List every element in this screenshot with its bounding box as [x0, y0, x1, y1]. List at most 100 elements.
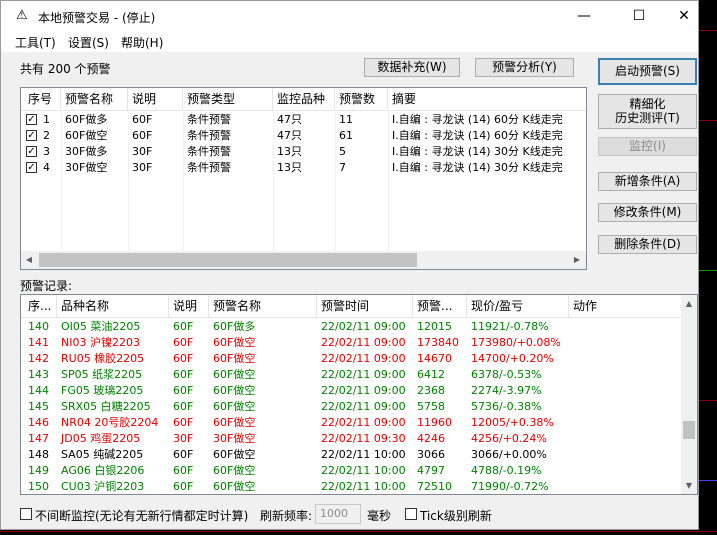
- record-name: 60F做空: [213, 464, 256, 477]
- condition-row[interactable]: ✓ 4 30F做空 30F 条件预警 13只 7 I.自编 : 寻龙诀 (14)…: [21, 160, 586, 176]
- cond-type: 条件预警: [187, 113, 231, 126]
- record-time: 22/02/11 09:30: [321, 432, 406, 445]
- warning-triangle-icon: ⚠: [16, 8, 28, 23]
- record-desc: 60F: [173, 336, 194, 349]
- start-alert-button[interactable]: 启动预警(S): [598, 58, 697, 85]
- col-summary[interactable]: 摘要: [388, 88, 586, 110]
- continuous-monitor-checkbox[interactable]: [20, 508, 32, 520]
- record-name: 60F做空: [213, 368, 256, 381]
- record-row[interactable]: 142 RU05 橡胶2205 60F 60F做空 22/02/11 09:00 1467…: [21, 351, 681, 367]
- data-fill-button[interactable]: 数据补充(W): [364, 58, 460, 77]
- cond-name: 60F做空: [65, 129, 108, 142]
- rec-col-name[interactable]: 预警名称: [209, 295, 317, 317]
- col-desc[interactable]: 说明: [128, 88, 183, 110]
- condition-row[interactable]: ✓ 1 60F做多 60F 条件预警 47只 11 I.自编 : 寻龙诀 (14…: [21, 112, 586, 128]
- record-no: 149: [28, 464, 49, 477]
- record-desc: 60F: [173, 368, 194, 381]
- monitor-button[interactable]: 监控(I): [598, 137, 697, 156]
- delete-condition-button[interactable]: 删除条件(D): [598, 235, 697, 254]
- cond-type: 条件预警: [187, 129, 231, 142]
- close-button[interactable]: ✕: [661, 1, 707, 32]
- menu-help[interactable]: 帮助(H): [121, 34, 163, 51]
- title-bar: ⚠ 本地预警交易 - (停止) — ☐ ✕: [1, 1, 698, 32]
- rec-col-time[interactable]: 预警时间: [317, 295, 413, 317]
- record-row[interactable]: 146 NR04 20号胶2204 60F 60F做空 22/02/11 09:00 11…: [21, 415, 681, 431]
- scroll-up-icon[interactable]: ▲: [683, 299, 695, 308]
- record-row[interactable]: 143 SP05 纸浆2205 60F 60F做空 22/02/11 09:00 6412…: [21, 367, 681, 383]
- add-condition-button[interactable]: 新增条件(A): [598, 172, 697, 191]
- record-no: 144: [28, 384, 49, 397]
- refresh-label: 刷新频率:: [260, 509, 313, 523]
- cond-summary: I.自编 : 寻龙诀 (14) 30分 K线走完: [392, 145, 563, 158]
- col-no[interactable]: 序号: [24, 88, 61, 110]
- scroll-left-icon[interactable]: ◀: [23, 255, 35, 264]
- menu-tools[interactable]: 工具(T): [15, 34, 56, 51]
- tick-refresh-checkbox[interactable]: [405, 508, 417, 520]
- scroll-thumb[interactable]: [39, 253, 417, 267]
- record-pnl: 3066/+0.00%: [471, 448, 547, 461]
- record-row[interactable]: 148 SA05 纯碱2205 60F 60F做空 22/02/11 10:00 3066…: [21, 447, 681, 463]
- rec-col-price[interactable]: 预警...: [413, 295, 467, 317]
- cond-no: 2: [43, 129, 50, 142]
- record-row[interactable]: 150 CU03 沪铜2203 60F 60F做空 22/02/11 10:00 7251…: [21, 479, 681, 494]
- alert-analysis-button[interactable]: 预警分析(Y): [475, 58, 574, 77]
- scroll-thumb[interactable]: [683, 421, 695, 439]
- record-no: 143: [28, 368, 49, 381]
- condition-checkbox[interactable]: ✓: [26, 162, 37, 173]
- tick-refresh-label: Tick级别刷新: [420, 509, 492, 523]
- scroll-down-icon[interactable]: ▼: [683, 481, 695, 490]
- rec-col-action[interactable]: 动作: [569, 295, 681, 317]
- record-pnl: 4788/-0.19%: [471, 464, 542, 477]
- record-item: RU05 橡胶2205: [61, 352, 145, 365]
- record-pnl: 2274/-3.97%: [471, 384, 542, 397]
- record-price: 4246: [417, 432, 445, 445]
- maximize-button[interactable]: ☐: [616, 1, 662, 32]
- record-name: 60F做空: [213, 416, 256, 429]
- record-row[interactable]: 147 JD05 鸡蛋2205 30F 30F做空 22/02/11 09:30 4246…: [21, 431, 681, 447]
- record-name: 60F做空: [213, 448, 256, 461]
- record-pnl: 71990/-0.72%: [471, 480, 549, 493]
- condition-checkbox[interactable]: ✓: [26, 114, 37, 125]
- minimize-button[interactable]: —: [561, 1, 607, 32]
- record-item: JD05 鸡蛋2205: [61, 432, 141, 445]
- refine-line1: 精细化: [629, 96, 666, 111]
- refresh-interval-input[interactable]: 1000: [315, 504, 361, 524]
- menu-settings[interactable]: 设置(S): [68, 34, 109, 51]
- col-alerts[interactable]: 预警数: [335, 88, 388, 110]
- record-row[interactable]: 145 SRX05 白糖2205 60F 60F做空 22/02/11 09:00 575…: [21, 399, 681, 415]
- condition-checkbox[interactable]: ✓: [26, 130, 37, 141]
- rec-col-no[interactable]: 序...: [24, 295, 57, 317]
- rec-col-desc[interactable]: 说明: [169, 295, 209, 317]
- rec-col-pnl[interactable]: 现价/盈亏: [467, 295, 569, 317]
- cond-summary: I.自编 : 寻龙诀 (14) 30分 K线走完: [392, 161, 563, 174]
- rec-col-item[interactable]: 品种名称: [57, 295, 169, 317]
- col-variety[interactable]: 监控品种: [273, 88, 335, 110]
- condition-checkbox[interactable]: ✓: [26, 146, 37, 157]
- cond-desc: 30F: [132, 161, 153, 174]
- records-vscroll[interactable]: ▲ ▼: [681, 295, 697, 494]
- record-time: 22/02/11 09:00: [321, 320, 406, 333]
- record-row[interactable]: 141 NI03 沪镍2203 60F 60F做空 22/02/11 09:00 1738…: [21, 335, 681, 351]
- refine-evaluation-button[interactable]: 精细化 历史测评(T): [598, 94, 697, 129]
- record-desc: 60F: [173, 352, 194, 365]
- col-type[interactable]: 预警类型: [183, 88, 273, 110]
- record-price: 72510: [417, 480, 452, 493]
- conditions-hscroll[interactable]: ◀ ▶: [21, 251, 586, 269]
- record-pnl: 14700/+0.20%: [471, 352, 554, 365]
- record-name: 60F做空: [213, 480, 256, 493]
- condition-row[interactable]: ✓ 3 30F做多 30F 条件预警 13只 5 I.自编 : 寻龙诀 (14)…: [21, 144, 586, 160]
- cond-name: 60F做多: [65, 113, 108, 126]
- record-item: NI03 沪镍2203: [61, 336, 140, 349]
- conditions-table: 序号 预警名称 说明 预警类型 监控品种 预警数 摘要 ✓ 1 60F做多 60…: [20, 87, 587, 270]
- record-row[interactable]: 140 OI05 菜油2205 60F 60F做多 22/02/11 09:00 1201…: [21, 319, 681, 335]
- record-time: 22/02/11 10:00: [321, 448, 406, 461]
- record-row[interactable]: 149 AG06 白银2206 60F 60F做空 22/02/11 10:00 4797…: [21, 463, 681, 479]
- record-pnl: 12005/+0.38%: [471, 416, 554, 429]
- condition-row[interactable]: ✓ 2 60F做空 60F 条件预警 47只 61 I.自编 : 寻龙诀 (14…: [21, 128, 586, 144]
- edit-condition-button[interactable]: 修改条件(M): [598, 203, 697, 222]
- scroll-right-icon[interactable]: ▶: [571, 255, 583, 264]
- record-row[interactable]: 144 FG05 玻璃2205 60F 60F做空 22/02/11 09:00 2368…: [21, 383, 681, 399]
- record-name: 60F做空: [213, 384, 256, 397]
- col-name[interactable]: 预警名称: [61, 88, 128, 110]
- record-time: 22/02/11 09:00: [321, 416, 406, 429]
